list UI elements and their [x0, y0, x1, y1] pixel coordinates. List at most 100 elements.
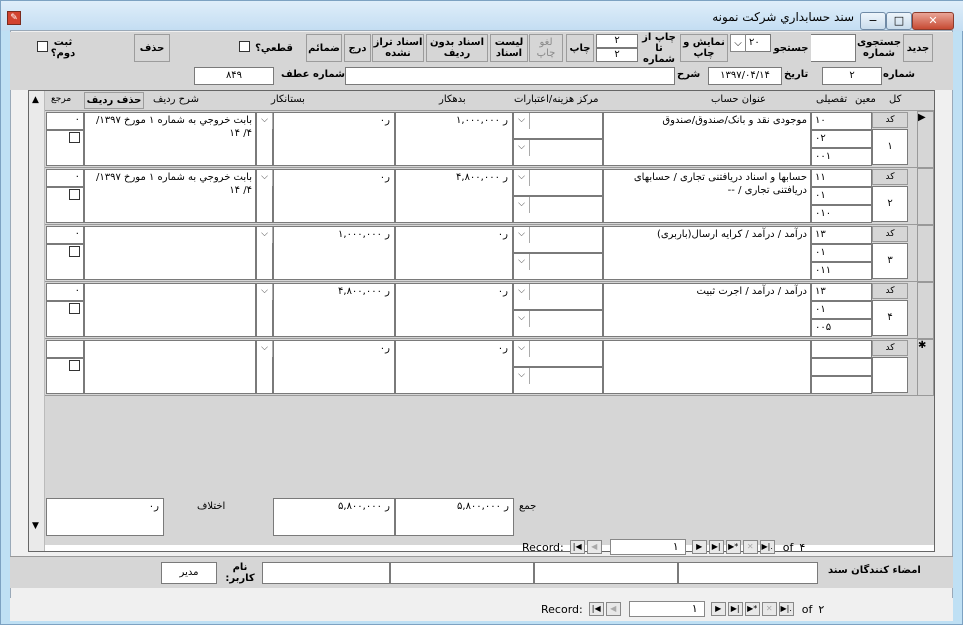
kol-field[interactable] [811, 340, 872, 358]
chevron-down-icon[interactable]: ⌵ [257, 341, 273, 357]
moein-field[interactable]: ۰۱ [811, 244, 872, 262]
ref-field[interactable] [46, 340, 84, 358]
row-desc[interactable]: بابت خروجي به شماره ۱ مورخ ۱۳۹۷/ ۴/ ۱۴ [84, 169, 256, 223]
row-desc-dropdown[interactable]: ⌵ [256, 283, 273, 337]
scroll-up-icon[interactable]: ▲ [32, 95, 39, 105]
search-value-field[interactable]: ۲۰ [745, 34, 771, 52]
desc-field[interactable] [345, 67, 675, 85]
chevron-down-icon[interactable]: ⌵ [257, 113, 273, 129]
chevron-down-icon[interactable]: ⌵ [257, 227, 273, 243]
chevron-down-icon[interactable]: ⌵ [257, 170, 273, 186]
credit-field[interactable]: ۴,۸۰۰,۰۰۰ ر [273, 283, 395, 337]
credit-field[interactable]: ر۰ [273, 340, 395, 394]
chevron-down-icon[interactable]: ⌵ [257, 284, 273, 300]
debit-field[interactable]: ۱,۰۰۰,۰۰۰ ر [395, 112, 513, 166]
date-field[interactable]: ۱۳۹۷/۰۴/۱۴ [708, 67, 782, 85]
maximize-button[interactable]: □ [886, 12, 912, 30]
current-record-input[interactable]: ۱ [609, 539, 686, 555]
atf-field[interactable]: ۸۴۹ [194, 67, 274, 85]
signature-field-3[interactable] [390, 562, 534, 584]
new-button[interactable]: جديد [903, 34, 933, 62]
cost-center-combo[interactable]: ⌵ [513, 139, 603, 166]
kol-field[interactable]: ۱۳ [811, 283, 872, 301]
chevron-down-icon[interactable]: ⌵ [514, 368, 530, 384]
docs-no-row-button[interactable]: اسناد بدون ردیف [426, 34, 488, 62]
next-record-icon[interactable]: ▶ [691, 540, 707, 554]
chevron-down-icon[interactable]: ⌵ [514, 227, 530, 243]
access-icon[interactable]: ✎ [7, 11, 21, 25]
main-last-record-alt-icon[interactable]: ▶|. [778, 602, 794, 616]
chevron-down-icon[interactable]: ⌵ [730, 34, 746, 52]
record-selector[interactable]: ✱ [917, 339, 934, 396]
debit-field[interactable]: ۴,۸۰۰,۰۰۰ ر [395, 169, 513, 223]
signature-field-2[interactable] [534, 562, 678, 584]
tafsili-field[interactable]: ۰۱۱ [811, 262, 872, 280]
attachments-button[interactable]: ضمائم [306, 34, 342, 62]
chevron-down-icon[interactable]: ⌵ [514, 140, 530, 156]
docs-unbalanced-button[interactable]: اسناد تراز نشده [372, 34, 424, 62]
ref-checkbox[interactable] [69, 246, 80, 257]
search-button[interactable]: جستجو [771, 34, 811, 62]
doc-list-button[interactable]: لیست اسناد [490, 34, 528, 62]
print-from-field[interactable]: ۲ [596, 34, 638, 48]
delete-row-button[interactable]: حذف ردیف [84, 92, 144, 109]
credit-field[interactable]: ر۰ [273, 112, 395, 166]
prev-record-icon[interactable]: ◀ [586, 540, 602, 554]
moein-field[interactable]: ۰۲ [811, 130, 872, 148]
row-desc[interactable]: بابت خروجي به شماره ۱ مورخ ۱۳۹۷/ ۴/ ۱۴ [84, 112, 256, 166]
debit-field[interactable]: ر۰ [395, 340, 513, 394]
last-record-alt-icon[interactable]: ▶|. [759, 540, 775, 554]
chevron-down-icon[interactable]: ⌵ [514, 197, 530, 213]
record-selector[interactable]: ▶ [917, 111, 934, 168]
chevron-down-icon[interactable]: ⌵ [514, 113, 530, 129]
minimize-button[interactable]: − [860, 12, 886, 30]
filter-icon[interactable]: ✕ [742, 540, 758, 554]
credit-field[interactable]: ر۰ [273, 169, 395, 223]
cost-center-combo[interactable]: ⌵ [513, 367, 603, 394]
print-to-field[interactable]: ۲ [596, 48, 638, 62]
code-button[interactable]: کد [872, 340, 908, 356]
row-desc[interactable] [84, 283, 256, 337]
cost-center-combo[interactable]: ⌵ [513, 226, 603, 253]
chevron-down-icon[interactable]: ⌵ [514, 170, 530, 186]
close-button[interactable]: ✕ [912, 12, 954, 30]
code-button[interactable]: کد [872, 169, 908, 185]
first-record-icon[interactable]: |◀ [569, 540, 585, 554]
cost-center-combo[interactable]: ⌵ [513, 112, 603, 139]
cost-center-combo[interactable]: ⌵ [513, 196, 603, 223]
main-new-record-icon[interactable]: ▶* [744, 602, 760, 616]
chevron-down-icon[interactable]: ⌵ [514, 254, 530, 270]
row-desc[interactable] [84, 340, 256, 394]
row-desc[interactable] [84, 226, 256, 280]
code-button[interactable]: کد [872, 283, 908, 299]
ref-field[interactable]: ۰ [46, 226, 84, 244]
register-twice-checkbox[interactable] [37, 41, 48, 52]
vertical-scrollbar[interactable]: ▲ ▼ [29, 91, 45, 551]
ref-checkbox[interactable] [69, 360, 80, 371]
ref-field[interactable]: ۰ [46, 169, 84, 187]
tafsili-field[interactable]: ۰۰۱ [811, 148, 872, 166]
ref-checkbox[interactable] [69, 132, 80, 143]
chevron-down-icon[interactable]: ⌵ [514, 311, 530, 327]
delete-button[interactable]: حذف [134, 34, 170, 62]
number-field[interactable]: ۲ [822, 67, 882, 85]
cost-center-combo[interactable]: ⌵ [513, 283, 603, 310]
record-selector[interactable] [917, 168, 934, 225]
tafsili-field[interactable]: ۰۱۰ [811, 205, 872, 223]
last-record-icon[interactable]: ▶| [708, 540, 724, 554]
moein-field[interactable]: ۰۱ [811, 301, 872, 319]
chevron-down-icon[interactable]: ⌵ [514, 284, 530, 300]
signature-field-1[interactable] [678, 562, 818, 584]
credit-field[interactable]: ۱,۰۰۰,۰۰۰ ر [273, 226, 395, 280]
debit-field[interactable]: ر۰ [395, 226, 513, 280]
cost-center-combo[interactable]: ⌵ [513, 310, 603, 337]
tafsili-field[interactable]: ۰۰۵ [811, 319, 872, 337]
row-desc-dropdown[interactable]: ⌵ [256, 340, 273, 394]
insert-button[interactable]: درج [344, 34, 371, 62]
search-number-field[interactable] [810, 34, 856, 62]
main-prev-record-icon[interactable]: ◀ [605, 602, 621, 616]
cancel-print-button[interactable]: لغو چاپ [529, 34, 563, 62]
kol-field[interactable]: ۱۳ [811, 226, 872, 244]
signature-field-4[interactable] [262, 562, 390, 584]
ref-checkbox[interactable] [69, 189, 80, 200]
